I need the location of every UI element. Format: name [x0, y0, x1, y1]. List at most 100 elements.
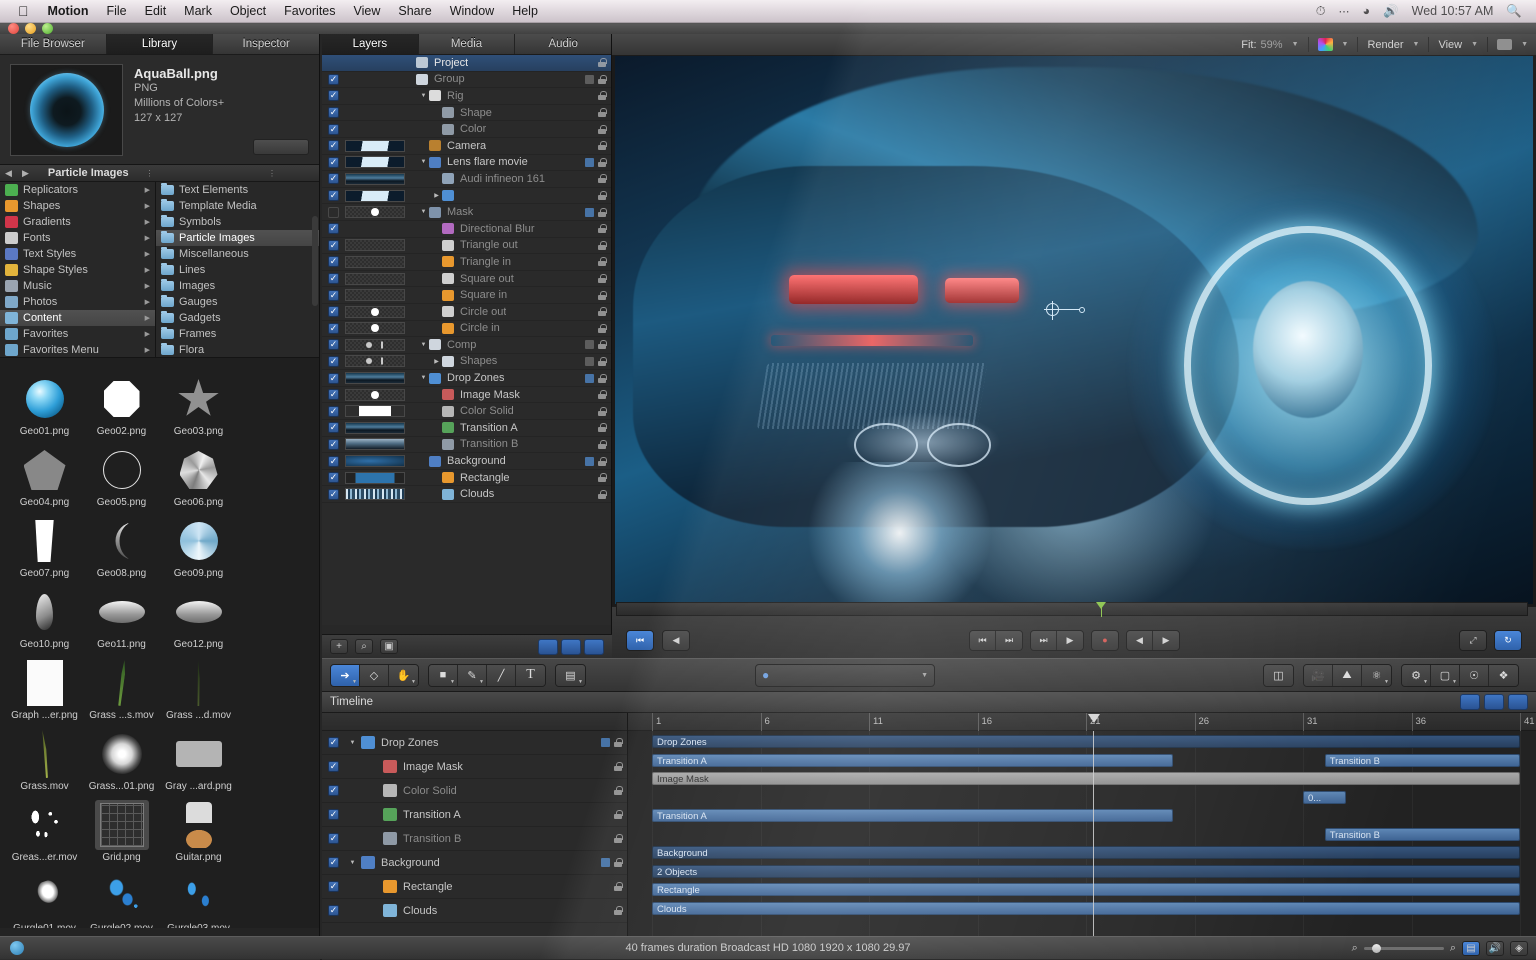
prev-frame-icon[interactable]: ◀ — [1127, 631, 1153, 650]
timeline-visibility-checkbox[interactable]: ✓ — [328, 761, 339, 772]
tab-file-browser[interactable]: File Browser — [0, 34, 107, 54]
layer-row[interactable]: Project — [322, 55, 611, 72]
lock-icon[interactable] — [598, 91, 606, 100]
layer-row[interactable]: ✓▼Rig — [322, 88, 611, 105]
library-asset-item[interactable]: Geo03.png — [160, 366, 237, 437]
audio-icon[interactable]: 🔊 — [1486, 941, 1504, 956]
timeline-visibility-checkbox[interactable]: ✓ — [328, 905, 339, 916]
timeline-bar[interactable]: Rectangle — [652, 883, 1520, 896]
play-icon[interactable]: ▶ — [1057, 631, 1083, 650]
library-asset-item[interactable]: Gurgle03.mov — [160, 863, 237, 928]
library-subfolder-lines[interactable]: Lines — [156, 262, 319, 278]
library-asset-item[interactable]: Grass ...s.mov — [83, 650, 160, 721]
library-subfolder-frames[interactable]: Frames — [156, 326, 319, 342]
timeline-visibility-checkbox[interactable]: ✓ — [328, 833, 339, 844]
layer-visibility-checkbox[interactable]: ✓ — [328, 439, 339, 450]
library-subfolder-template-media[interactable]: Template Media — [156, 198, 319, 214]
menu-item-help[interactable]: Help — [503, 0, 547, 23]
lock-icon[interactable] — [598, 457, 606, 466]
disclosure-open-icon[interactable]: ▼ — [418, 209, 429, 215]
timeline-visibility-checkbox[interactable]: ✓ — [328, 857, 339, 868]
timeline-playhead-line[interactable] — [1093, 731, 1094, 937]
layer-visibility-checkbox[interactable]: ✓ — [328, 373, 339, 384]
lock-icon[interactable] — [614, 738, 622, 747]
library-asset-item[interactable]: Geo05.png — [83, 437, 160, 508]
library-asset-grid[interactable]: Geo01.pngGeo02.pngGeo03.pngGeo04.pngGeo0… — [0, 358, 319, 928]
library-asset-item[interactable]: Grass.mov — [6, 721, 83, 792]
subfolder-scrollbar[interactable] — [312, 216, 318, 306]
window-controls[interactable] — [8, 23, 53, 34]
search-icon[interactable]: ⌕ — [355, 639, 373, 654]
canvas-scrubber[interactable] — [616, 602, 1528, 616]
library-category-shapes[interactable]: Shapes▶ — [0, 198, 155, 214]
onscreen-transform-control[interactable] — [1046, 303, 1092, 319]
render-dropdown-icon[interactable]: ▼ — [1413, 41, 1420, 48]
lock-icon[interactable] — [598, 490, 606, 499]
lock-icon[interactable] — [598, 208, 606, 217]
lock-icon[interactable] — [598, 324, 606, 333]
lock-icon[interactable] — [614, 906, 622, 915]
timeline-layer-row[interactable]: ✓Clouds — [322, 899, 627, 923]
timeline-ruler[interactable]: 1611162126313641 — [628, 713, 1536, 731]
disclosure-open-icon[interactable]: ▼ — [418, 342, 429, 348]
lock-icon[interactable] — [598, 407, 606, 416]
loop-icon[interactable]: ↻ — [1495, 631, 1521, 650]
library-asset-item[interactable]: Graph ...er.png — [6, 650, 83, 721]
lock-icon[interactable] — [598, 191, 606, 200]
layer-row[interactable]: ✓▼Comp — [322, 337, 611, 354]
library-asset-item[interactable]: Geo02.png — [83, 366, 160, 437]
duplicate-icon[interactable] — [584, 639, 604, 655]
library-category-replicators[interactable]: Replicators▶ — [0, 182, 155, 198]
column-resize-handle-right[interactable]: ⋮ — [265, 169, 279, 178]
timeline-visibility-checkbox[interactable]: ✓ — [328, 785, 339, 796]
timeline-visibility-checkbox[interactable]: ✓ — [328, 737, 339, 748]
timeline-layer-row[interactable]: ✓Color Solid — [322, 779, 627, 803]
timeline-layer-row[interactable]: ✓Transition B — [322, 827, 627, 851]
timing-icon[interactable] — [601, 738, 610, 747]
prev-keyframe-icon[interactable]: ◀ — [663, 631, 689, 650]
color-channels-dropdown-icon[interactable]: ▼ — [1342, 41, 1349, 48]
library-subfolder-flora[interactable]: Flora — [156, 342, 319, 357]
record-icon[interactable]: ● — [1092, 631, 1118, 650]
bezier-pen-icon[interactable]: ✎▼ — [458, 665, 487, 686]
tab-audio[interactable]: Audio — [515, 34, 611, 54]
back-arrow-icon[interactable]: ◀ — [0, 168, 17, 179]
disclosure-closed-icon[interactable]: ▶ — [431, 358, 442, 365]
menu-item-edit[interactable]: Edit — [136, 0, 176, 23]
menu-item-view[interactable]: View — [345, 0, 390, 23]
lock-icon[interactable] — [598, 390, 606, 399]
close-window-button[interactable] — [8, 23, 19, 34]
lock-icon[interactable] — [598, 307, 606, 316]
library-asset-item[interactable]: Gurgle01.mov — [6, 863, 83, 928]
layer-row[interactable]: ✓Transition A — [322, 420, 611, 437]
library-subfolder-symbols[interactable]: Symbols — [156, 214, 319, 230]
timing-icon[interactable] — [585, 208, 594, 217]
wifi-icon[interactable]: ◕ — [1363, 4, 1371, 18]
timeline-bar[interactable]: Transition A — [652, 754, 1173, 767]
lock-icon[interactable] — [614, 786, 622, 795]
timeline-zoom-knob[interactable] — [1372, 944, 1381, 953]
lock-icon[interactable] — [598, 141, 606, 150]
library-category-fonts[interactable]: Fonts▶ — [0, 230, 155, 246]
step-forward-icon[interactable]: ⏭ — [1031, 631, 1057, 650]
layer-row[interactable]: ▼Mask — [322, 204, 611, 221]
timeline-bar[interactable]: 0... — [1303, 791, 1346, 804]
library-category-favorites[interactable]: Favorites▶ — [0, 326, 155, 342]
timeline-layer-row[interactable]: ✓▼Drop Zones — [322, 731, 627, 755]
add-behavior-icon[interactable]: ⚛▼ — [1362, 665, 1391, 686]
object-icon[interactable]: ▢▼ — [1431, 665, 1460, 686]
library-asset-item[interactable]: Geo10.png — [6, 579, 83, 650]
fit-dropdown-icon[interactable]: ▼ — [1292, 41, 1299, 48]
timeline-playhead-handle[interactable] — [1088, 714, 1100, 723]
fit-value[interactable]: 59% — [1261, 39, 1283, 51]
timeline-layer-list[interactable]: ✓▼Drop Zones✓Image Mask✓Color Solid✓Tran… — [322, 713, 628, 937]
timeline-visibility-checkbox[interactable]: ✓ — [328, 809, 339, 820]
bluetooth-icon[interactable]: ⋯ — [1339, 5, 1350, 18]
keying-icon[interactable]: ☉ — [1460, 665, 1489, 686]
layer-visibility-checkbox[interactable]: ✓ — [328, 489, 339, 500]
keyframe-view-icon[interactable] — [538, 639, 558, 655]
lock-icon[interactable] — [598, 158, 606, 167]
library-subfolder-gauges[interactable]: Gauges — [156, 294, 319, 310]
library-category-content[interactable]: Content▶ — [0, 310, 155, 326]
layer-visibility-checkbox[interactable]: ✓ — [328, 472, 339, 483]
